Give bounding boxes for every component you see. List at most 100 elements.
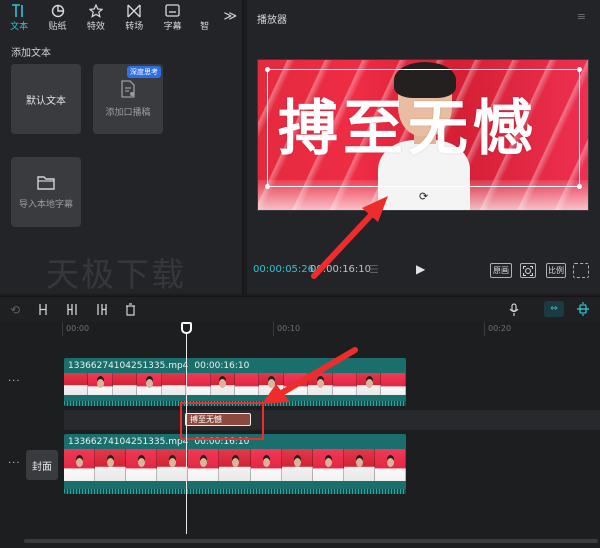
magnet-icon[interactable] bbox=[573, 301, 593, 317]
material-toolbar: 文本 贴纸 特效 转场 字幕 智 ≫ bbox=[0, 0, 243, 32]
list-icon[interactable]: ☰ bbox=[369, 263, 379, 276]
script-doc-icon bbox=[120, 80, 136, 101]
playhead-handle[interactable] bbox=[181, 322, 192, 334]
thumbnail bbox=[64, 373, 89, 395]
tab-effects-label: 特效 bbox=[86, 22, 105, 32]
clip-top-duration: 00:00:16:10 bbox=[194, 361, 250, 371]
thumbnail bbox=[357, 373, 382, 395]
thumbnail bbox=[234, 373, 260, 395]
import-subtitle-label: 导入本地字幕 bbox=[18, 199, 73, 210]
cover-button[interactable]: 封面 bbox=[26, 450, 58, 480]
default-text-label: 默认文本 bbox=[26, 95, 66, 107]
original-quality-button[interactable]: 原画 bbox=[490, 263, 512, 278]
undo-icon[interactable]: ⟲ bbox=[10, 303, 20, 317]
menu-icon[interactable]: ≡ bbox=[577, 10, 586, 23]
time-ruler[interactable]: 00:00 00:10 00:20 bbox=[62, 322, 600, 336]
import-subtitle-card[interactable]: 导入本地字幕 bbox=[11, 157, 81, 227]
thumbnail bbox=[250, 449, 282, 481]
timeline-scrollbar[interactable] bbox=[24, 539, 598, 543]
text-selection-box[interactable] bbox=[265, 67, 582, 189]
split-left-icon[interactable] bbox=[66, 303, 78, 319]
rotate-icon[interactable]: ⟳ bbox=[419, 190, 428, 203]
tab-text[interactable]: 文本 bbox=[0, 0, 38, 32]
resize-handle-bottom-left[interactable] bbox=[265, 184, 270, 189]
watermark-text: 天极下载 bbox=[46, 255, 186, 294]
thumbnail bbox=[283, 373, 309, 395]
thumbnail bbox=[308, 373, 333, 395]
thumbnail bbox=[281, 449, 313, 481]
clip-bottom-filename: 13366274104251335.mp4 bbox=[68, 437, 189, 447]
player-panel: 播放器 ≡ 搏至无憾 ⟳ 00:00:05:26 00:00:16:10 ☰ ▶… bbox=[247, 0, 600, 294]
thumbnail bbox=[88, 373, 113, 395]
transition-icon bbox=[127, 3, 141, 18]
clip-bottom-thumbnails bbox=[64, 449, 406, 481]
tab-subtitle-label: 字幕 bbox=[163, 22, 182, 32]
section-title: 添加文本 bbox=[11, 48, 51, 59]
thumbnail bbox=[188, 449, 220, 481]
split-icon[interactable] bbox=[38, 303, 48, 319]
tab-sticker[interactable]: 贴纸 bbox=[38, 0, 76, 32]
tab-transition[interactable]: 转场 bbox=[115, 0, 153, 32]
effects-star-icon bbox=[88, 3, 103, 18]
timeline-panel[interactable]: ··· ··· 封面 00:00 00:10 00:20 13366274104… bbox=[0, 322, 600, 548]
subtitle-icon bbox=[165, 3, 180, 18]
add-script-card[interactable]: 深度思考 添加口播稿 bbox=[93, 64, 163, 134]
ruler-tick bbox=[62, 322, 63, 336]
resize-handle-top-right[interactable] bbox=[577, 67, 582, 72]
resize-handle-top-left[interactable] bbox=[265, 67, 270, 72]
track-more-main[interactable]: ··· bbox=[8, 458, 21, 469]
thumbnail bbox=[312, 449, 344, 481]
fit-icon[interactable] bbox=[520, 263, 536, 278]
ruler-tick bbox=[273, 322, 274, 336]
annotation-highlight-box bbox=[180, 402, 264, 440]
thumbnail bbox=[137, 373, 162, 395]
ruler-label-10: 00:10 bbox=[277, 324, 301, 333]
thumbnail bbox=[64, 449, 96, 481]
playhead-line[interactable] bbox=[186, 322, 187, 534]
fullscreen-icon[interactable] bbox=[573, 263, 589, 278]
thumbnail bbox=[210, 373, 235, 395]
video-clip-overlay[interactable]: 13366274104251335.mp4 00:00:16:10 bbox=[64, 358, 406, 406]
clip-top-name: 13366274104251335.mp4 00:00:16:10 bbox=[68, 361, 249, 371]
text-icon bbox=[11, 3, 27, 18]
timeline-toolbar: ⟲ ⇔ bbox=[0, 296, 600, 322]
video-clip-main[interactable]: 13366274104251335.mp4 00:00:16:10 bbox=[64, 434, 406, 494]
thumbnail bbox=[332, 373, 358, 395]
audio-waveform bbox=[64, 489, 406, 494]
ruler-tick bbox=[484, 322, 485, 336]
clip-top-thumbnails bbox=[64, 373, 406, 395]
track-headers: ··· ··· 封面 bbox=[0, 322, 62, 548]
track-more-top[interactable]: ··· bbox=[8, 376, 21, 387]
ruler-label-20: 00:20 bbox=[488, 324, 512, 333]
tab-sticker-label: 贴纸 bbox=[48, 22, 67, 32]
thumbnail bbox=[381, 373, 406, 395]
thumbnail bbox=[95, 449, 127, 481]
tab-smart[interactable]: 智 bbox=[192, 0, 218, 32]
player-controls: 00:00:05:26 00:00:16:10 ☰ ▶ 原画 比例 bbox=[247, 260, 600, 280]
ratio-button[interactable]: 比例 bbox=[546, 263, 566, 278]
current-time: 00:00:05:26 bbox=[253, 264, 315, 275]
split-right-icon[interactable] bbox=[96, 303, 108, 319]
thumbnail bbox=[186, 373, 211, 395]
play-button[interactable]: ▶ bbox=[416, 262, 425, 276]
default-text-card[interactable]: 默认文本 bbox=[11, 64, 81, 134]
thumbnail bbox=[161, 373, 187, 395]
tab-smart-label: 智 bbox=[200, 22, 210, 32]
total-time: 00:00:16:10 bbox=[310, 264, 372, 275]
resize-handle-bottom-right[interactable] bbox=[577, 184, 582, 189]
thumbnail bbox=[219, 449, 251, 481]
video-preview[interactable]: 搏至无憾 ⟳ bbox=[257, 59, 589, 211]
tab-text-label: 文本 bbox=[10, 22, 29, 32]
microphone-icon[interactable] bbox=[509, 303, 519, 320]
folder-icon bbox=[37, 175, 55, 193]
thumbnail bbox=[259, 373, 284, 395]
tab-transition-label: 转场 bbox=[125, 22, 144, 32]
tab-effects[interactable]: 特效 bbox=[77, 0, 115, 32]
ruler-label-0: 00:00 bbox=[66, 324, 90, 333]
tab-subtitle[interactable]: 字幕 bbox=[154, 0, 192, 32]
thumbnail bbox=[126, 449, 158, 481]
link-clips-icon[interactable]: ⇔ bbox=[544, 301, 564, 317]
deep-think-badge: 深度思考 bbox=[127, 66, 161, 78]
delete-icon[interactable] bbox=[125, 303, 136, 319]
more-tabs-button[interactable]: ≫ bbox=[217, 0, 243, 32]
